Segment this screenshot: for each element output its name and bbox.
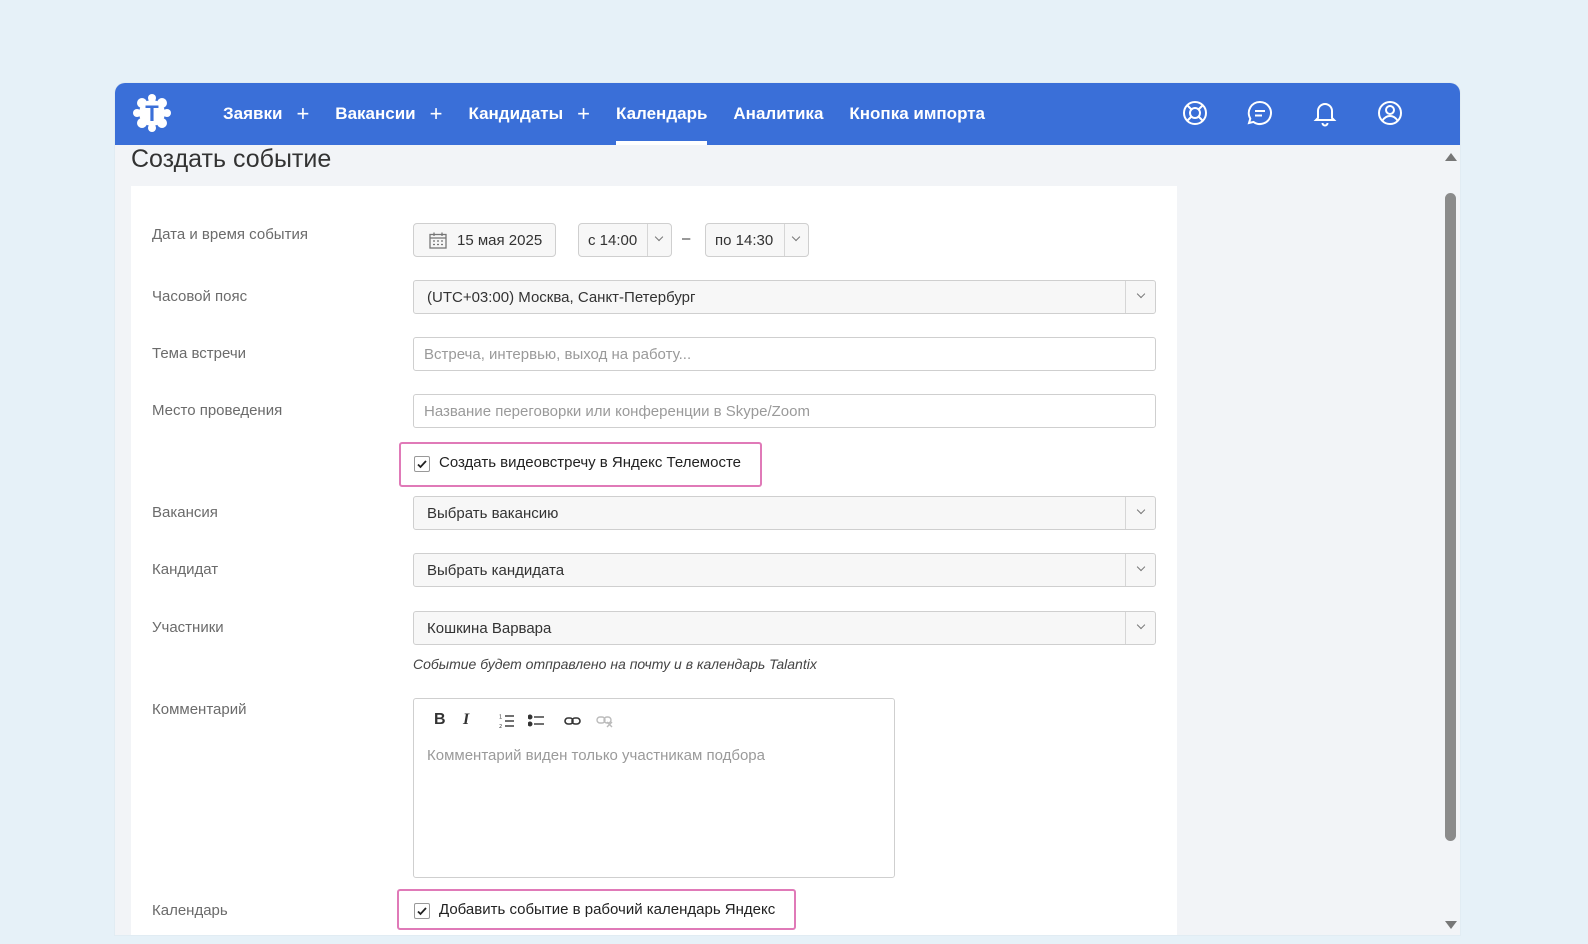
vacancy-select[interactable]: Выбрать вакансию bbox=[413, 496, 1156, 530]
app-window: T Заявки + Вакансии + Кандидаты + Календ… bbox=[115, 83, 1460, 935]
time-to-select[interactable]: по 14:30 bbox=[705, 223, 809, 257]
calendar-highlight: Добавить событие в рабочий календарь Янд… bbox=[397, 889, 796, 930]
add-request-icon[interactable]: + bbox=[296, 103, 309, 125]
add-to-calendar-checkbox[interactable] bbox=[414, 903, 430, 919]
topic-placeholder: Встреча, интервью, выход на работу... bbox=[424, 346, 692, 363]
event-form-card: Дата и время события 15 мая 2025 с 14:00… bbox=[131, 186, 1177, 935]
italic-button[interactable]: I bbox=[463, 711, 469, 731]
top-navigation-bar: T Заявки + Вакансии + Кандидаты + Календ… bbox=[115, 83, 1460, 145]
time-from-value: с 14:00 bbox=[588, 232, 638, 249]
nav-label-analytics: Аналитика bbox=[733, 104, 824, 123]
calendar-label: Календарь bbox=[152, 902, 228, 919]
date-value: 15 мая 2025 bbox=[457, 232, 543, 249]
chevron-down-icon bbox=[791, 232, 801, 242]
scrollbar[interactable] bbox=[1440, 145, 1460, 935]
datetime-label: Дата и время события bbox=[152, 226, 308, 243]
place-placeholder: Название переговорки или конференции в S… bbox=[424, 403, 810, 420]
time-to-value: по 14:30 bbox=[715, 232, 774, 249]
topic-label: Тема встречи bbox=[152, 345, 247, 362]
place-input[interactable]: Название переговорки или конференции в S… bbox=[413, 394, 1156, 428]
nav-item-vacancies[interactable]: Вакансии + bbox=[335, 83, 442, 145]
chevron-down-icon bbox=[1136, 505, 1146, 515]
nav-item-candidates[interactable]: Кандидаты + bbox=[468, 83, 590, 145]
unlink-icon[interactable] bbox=[596, 714, 613, 734]
vacancy-dropdown-arrow[interactable] bbox=[1125, 497, 1155, 529]
add-candidate-icon[interactable]: + bbox=[577, 103, 590, 125]
topic-input[interactable]: Встреча, интервью, выход на работу... bbox=[413, 337, 1156, 371]
comment-label: Комментарий bbox=[152, 701, 247, 718]
topbar-icons bbox=[1180, 83, 1460, 145]
nav-label-requests: Заявки bbox=[223, 104, 283, 123]
nav-item-requests[interactable]: Заявки + bbox=[223, 83, 309, 145]
candidate-dropdown-arrow[interactable] bbox=[1125, 554, 1155, 586]
nav-label-candidates: Кандидаты bbox=[468, 104, 564, 123]
video-meeting-checkbox[interactable] bbox=[414, 456, 430, 472]
vacancy-value: Выбрать вакансию bbox=[427, 505, 559, 522]
participants-dropdown-arrow[interactable] bbox=[1125, 612, 1155, 644]
time-range-dash: – bbox=[682, 230, 691, 247]
logo-letter: T bbox=[145, 101, 159, 126]
place-label: Место проведения bbox=[152, 402, 283, 419]
svg-text:2: 2 bbox=[499, 724, 502, 729]
chat-icon[interactable] bbox=[1245, 98, 1275, 128]
vacancy-label: Вакансия bbox=[152, 504, 218, 521]
calendar-icon bbox=[429, 232, 447, 253]
comment-editor[interactable]: B I 1 2 Комментарий виден только участни… bbox=[413, 698, 895, 878]
svg-text:1: 1 bbox=[499, 715, 502, 721]
timezone-label: Часовой пояс bbox=[152, 288, 248, 305]
nav-label-calendar: Календарь bbox=[615, 104, 708, 123]
time-from-arrow[interactable] bbox=[647, 224, 671, 256]
participants-select[interactable]: Кошкина Варвара bbox=[413, 611, 1156, 645]
candidate-value: Выбрать кандидата bbox=[427, 562, 565, 579]
participants-value: Кошкина Варвара bbox=[427, 620, 552, 637]
checkmark-icon bbox=[417, 907, 427, 916]
support-icon[interactable] bbox=[1180, 98, 1210, 128]
chevron-down-icon bbox=[1136, 620, 1146, 630]
bold-button[interactable]: B bbox=[434, 711, 446, 731]
main-nav: Заявки + Вакансии + Кандидаты + Календар… bbox=[223, 83, 985, 145]
nav-item-analytics[interactable]: Аналитика bbox=[733, 83, 823, 145]
candidate-label: Кандидат bbox=[152, 561, 219, 578]
chevron-down-icon bbox=[1136, 562, 1146, 572]
nav-item-import-button[interactable]: Кнопка импорта bbox=[849, 83, 985, 145]
scroll-up-arrow-icon[interactable] bbox=[1445, 153, 1457, 161]
time-from-select[interactable]: с 14:00 bbox=[578, 223, 672, 257]
chevron-down-icon bbox=[654, 232, 664, 242]
ordered-list-icon[interactable]: 1 2 bbox=[499, 713, 515, 733]
bell-icon[interactable] bbox=[1310, 98, 1340, 128]
nav-label-vacancies: Вакансии bbox=[335, 104, 416, 123]
participants-label: Участники bbox=[152, 619, 224, 636]
page-title: Создать событие bbox=[131, 145, 332, 173]
comment-placeholder: Комментарий виден только участникам подб… bbox=[427, 747, 765, 764]
bullet-list-icon[interactable] bbox=[527, 713, 545, 733]
date-picker-button[interactable]: 15 мая 2025 bbox=[413, 223, 556, 257]
timezone-select[interactable]: (UTC+03:00) Москва, Санкт-Петербург bbox=[413, 280, 1156, 314]
participants-note: Событие будет отправлено на почту и в ка… bbox=[413, 656, 817, 672]
add-vacancy-icon[interactable]: + bbox=[430, 103, 443, 125]
add-to-calendar-label[interactable]: Добавить событие в рабочий календарь Янд… bbox=[439, 901, 775, 918]
checkmark-icon bbox=[417, 460, 427, 469]
profile-icon[interactable] bbox=[1375, 98, 1405, 128]
video-meeting-highlight: Создать видеовстречу в Яндекс Телемосте bbox=[399, 442, 762, 487]
time-to-arrow[interactable] bbox=[784, 224, 808, 256]
scroll-down-arrow-icon[interactable] bbox=[1445, 921, 1457, 929]
candidate-select[interactable]: Выбрать кандидата bbox=[413, 553, 1156, 587]
nav-label-import: Кнопка импорта bbox=[849, 104, 986, 123]
chevron-down-icon bbox=[1136, 289, 1146, 299]
video-meeting-label[interactable]: Создать видеовстречу в Яндекс Телемосте bbox=[439, 454, 741, 471]
link-icon[interactable] bbox=[564, 714, 581, 734]
nav-item-calendar[interactable]: Календарь bbox=[615, 83, 708, 145]
timezone-value: (UTC+03:00) Москва, Санкт-Петербург bbox=[427, 289, 696, 306]
timezone-dropdown-arrow[interactable] bbox=[1125, 281, 1155, 313]
scrollbar-thumb[interactable] bbox=[1445, 193, 1456, 841]
talantix-logo[interactable]: T bbox=[131, 92, 173, 134]
